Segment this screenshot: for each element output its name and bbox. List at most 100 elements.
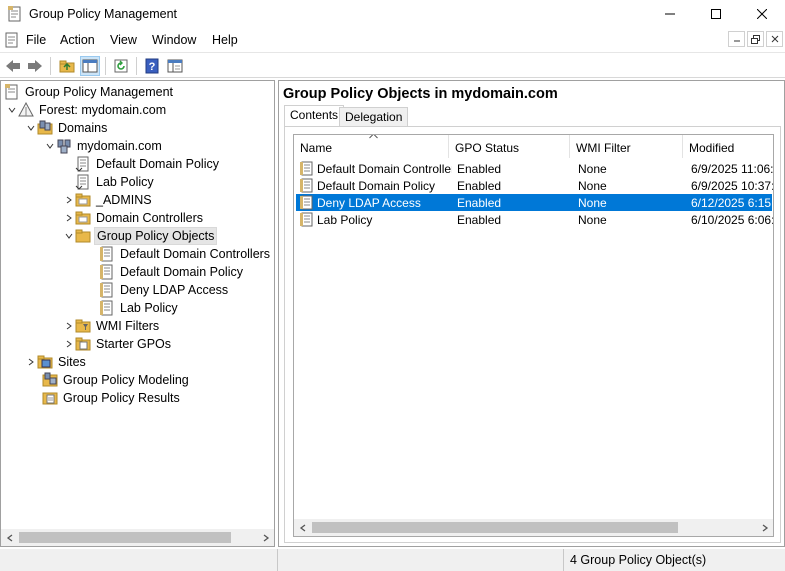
status-text: 4 Group Policy Object(s) <box>563 549 785 571</box>
gpo-folder-icon <box>75 228 91 244</box>
chevron-right-icon[interactable] <box>63 335 75 353</box>
close-icon <box>757 9 767 19</box>
tree-item-sites[interactable]: Sites <box>25 353 88 371</box>
chevron-down-icon[interactable] <box>25 119 37 137</box>
menu-view[interactable]: View <box>110 33 137 47</box>
mdi-minimize-button[interactable] <box>728 31 745 47</box>
menu-action[interactable]: Action <box>60 33 95 47</box>
tree-item-domain[interactable]: mydomain.com <box>44 137 164 155</box>
gpo-icon <box>300 178 314 193</box>
tree-item-gp-results[interactable]: Group Policy Results <box>42 389 182 407</box>
gpmc-app-icon <box>8 6 22 22</box>
scroll-left-button[interactable] <box>294 519 311 536</box>
column-header-name[interactable]: Name <box>294 135 449 158</box>
results-pane-title: Group Policy Objects in mydomain.com <box>283 86 558 102</box>
scroll-thumb[interactable] <box>19 532 231 543</box>
help-button[interactable]: ? <box>142 56 162 76</box>
console-window-icon[interactable] <box>4 32 19 48</box>
close-button[interactable] <box>739 0 785 28</box>
gpo-icon <box>99 282 115 298</box>
chevron-down-icon[interactable] <box>44 137 56 155</box>
tree-item-label: Domains <box>58 121 108 135</box>
tree-item-starter-gpos[interactable]: Starter GPOs <box>63 335 173 353</box>
tree-item-gpo-link[interactable]: Default Domain Policy <box>75 155 221 173</box>
window-title: Group Policy Management <box>29 7 177 21</box>
tree-item-domains[interactable]: Domains <box>25 119 109 137</box>
properties-button[interactable] <box>165 56 185 76</box>
tree-item-forest[interactable]: Forest: mydomain.com <box>6 101 168 119</box>
toolbar: ? <box>0 52 785 78</box>
chevron-down-icon[interactable] <box>63 227 75 245</box>
column-header-wmi-filter[interactable]: WMI Filter <box>570 135 683 158</box>
chevron-right-icon[interactable] <box>25 353 37 371</box>
mdi-restore-button[interactable] <box>747 31 764 47</box>
chevron-right-icon[interactable] <box>63 317 75 335</box>
scroll-thumb[interactable] <box>312 522 678 533</box>
minimize-button[interactable] <box>647 0 693 28</box>
tree-item-label: Deny LDAP Access <box>120 283 229 297</box>
cell-gpo-status: Enabled <box>457 179 502 193</box>
chevron-right-icon[interactable] <box>63 191 75 209</box>
chevron-right-icon <box>263 533 269 542</box>
tab-contents[interactable]: Contents <box>284 105 345 127</box>
tree-item-ou-domain-controllers[interactable]: Domain Controllers <box>63 209 205 227</box>
list-row[interactable]: Default Domain Policy Enabled None 6/9/2… <box>296 177 773 194</box>
chevron-down-icon[interactable] <box>6 101 18 119</box>
ou-folder-icon <box>75 192 91 208</box>
scroll-left-button[interactable] <box>1 529 18 546</box>
console-tree: Group Policy Management Forest: mydomain… <box>0 80 275 547</box>
maximize-button[interactable] <box>693 0 739 28</box>
list-row[interactable]: Lab Policy Enabled None 6/10/2025 6:06:.… <box>296 211 773 228</box>
gpo-icon <box>300 212 314 227</box>
up-folder-icon <box>59 60 75 73</box>
tree-item-gpm-root[interactable]: Group Policy Management <box>4 83 175 101</box>
domains-icon <box>37 120 53 136</box>
forward-button[interactable] <box>25 56 45 76</box>
back-button[interactable] <box>3 56 23 76</box>
chevron-right-icon[interactable] <box>63 209 75 227</box>
status-cell-empty <box>0 549 277 571</box>
list-horizontal-scrollbar[interactable] <box>294 519 773 536</box>
tree-item-label: _ADMINS <box>96 193 152 207</box>
cell-gpo-status: Enabled <box>457 213 502 227</box>
scroll-right-button[interactable] <box>756 519 773 536</box>
tree-item-wmi-filters[interactable]: WMI Filters <box>63 317 161 335</box>
column-header-gpo-status[interactable]: GPO Status <box>449 135 570 158</box>
minimize-icon <box>733 40 740 42</box>
menu-file[interactable]: File <box>26 33 46 47</box>
tree-item-group-policy-objects[interactable]: Group Policy Objects <box>63 227 218 245</box>
cell-modified: 6/10/2025 6:06:... <box>691 213 773 227</box>
tree-item-gpo[interactable]: Default Domain Controllers P <box>99 245 274 263</box>
gpo-link-icon <box>75 156 91 172</box>
tree-item-gpo[interactable]: Default Domain Policy <box>99 263 245 281</box>
scroll-right-button[interactable] <box>257 529 274 546</box>
list-row-selected[interactable]: Deny LDAP Access Enabled None 6/12/2025 … <box>296 194 773 211</box>
refresh-button[interactable] <box>111 56 131 76</box>
close-icon <box>771 35 778 43</box>
forward-icon <box>28 60 42 72</box>
tree-item-gp-modeling[interactable]: Group Policy Modeling <box>42 371 191 389</box>
cell-wmi-filter: None <box>578 162 607 176</box>
gpo-icon <box>300 195 314 210</box>
column-header-modified[interactable]: Modified <box>683 135 773 158</box>
tree-item-gpo-link[interactable]: Lab Policy <box>75 173 156 191</box>
tree-item-gpo[interactable]: Lab Policy <box>99 299 180 317</box>
tree-item-label: Default Domain Policy <box>96 157 219 171</box>
list-row[interactable]: Default Domain Controller... Enabled Non… <box>296 160 773 177</box>
mdi-close-button[interactable] <box>766 31 783 47</box>
up-one-level-button[interactable] <box>57 56 77 76</box>
tree-item-ou-admins[interactable]: _ADMINS <box>63 191 154 209</box>
ou-folder-icon <box>75 210 91 226</box>
menu-window[interactable]: Window <box>152 33 196 47</box>
tree-item-gpo[interactable]: Deny LDAP Access <box>99 281 230 299</box>
menu-help[interactable]: Help <box>212 33 238 47</box>
tree-item-label: Lab Policy <box>120 301 178 315</box>
tree-horizontal-scrollbar[interactable] <box>1 529 274 546</box>
cell-modified: 6/9/2025 10:37:... <box>691 179 773 193</box>
sort-ascending-icon <box>369 135 378 141</box>
gpo-icon <box>99 264 115 280</box>
show-hide-console-tree-button[interactable] <box>80 56 100 76</box>
sites-icon <box>37 354 53 370</box>
tab-delegation[interactable]: Delegation <box>339 107 409 127</box>
cell-wmi-filter: None <box>578 196 607 210</box>
